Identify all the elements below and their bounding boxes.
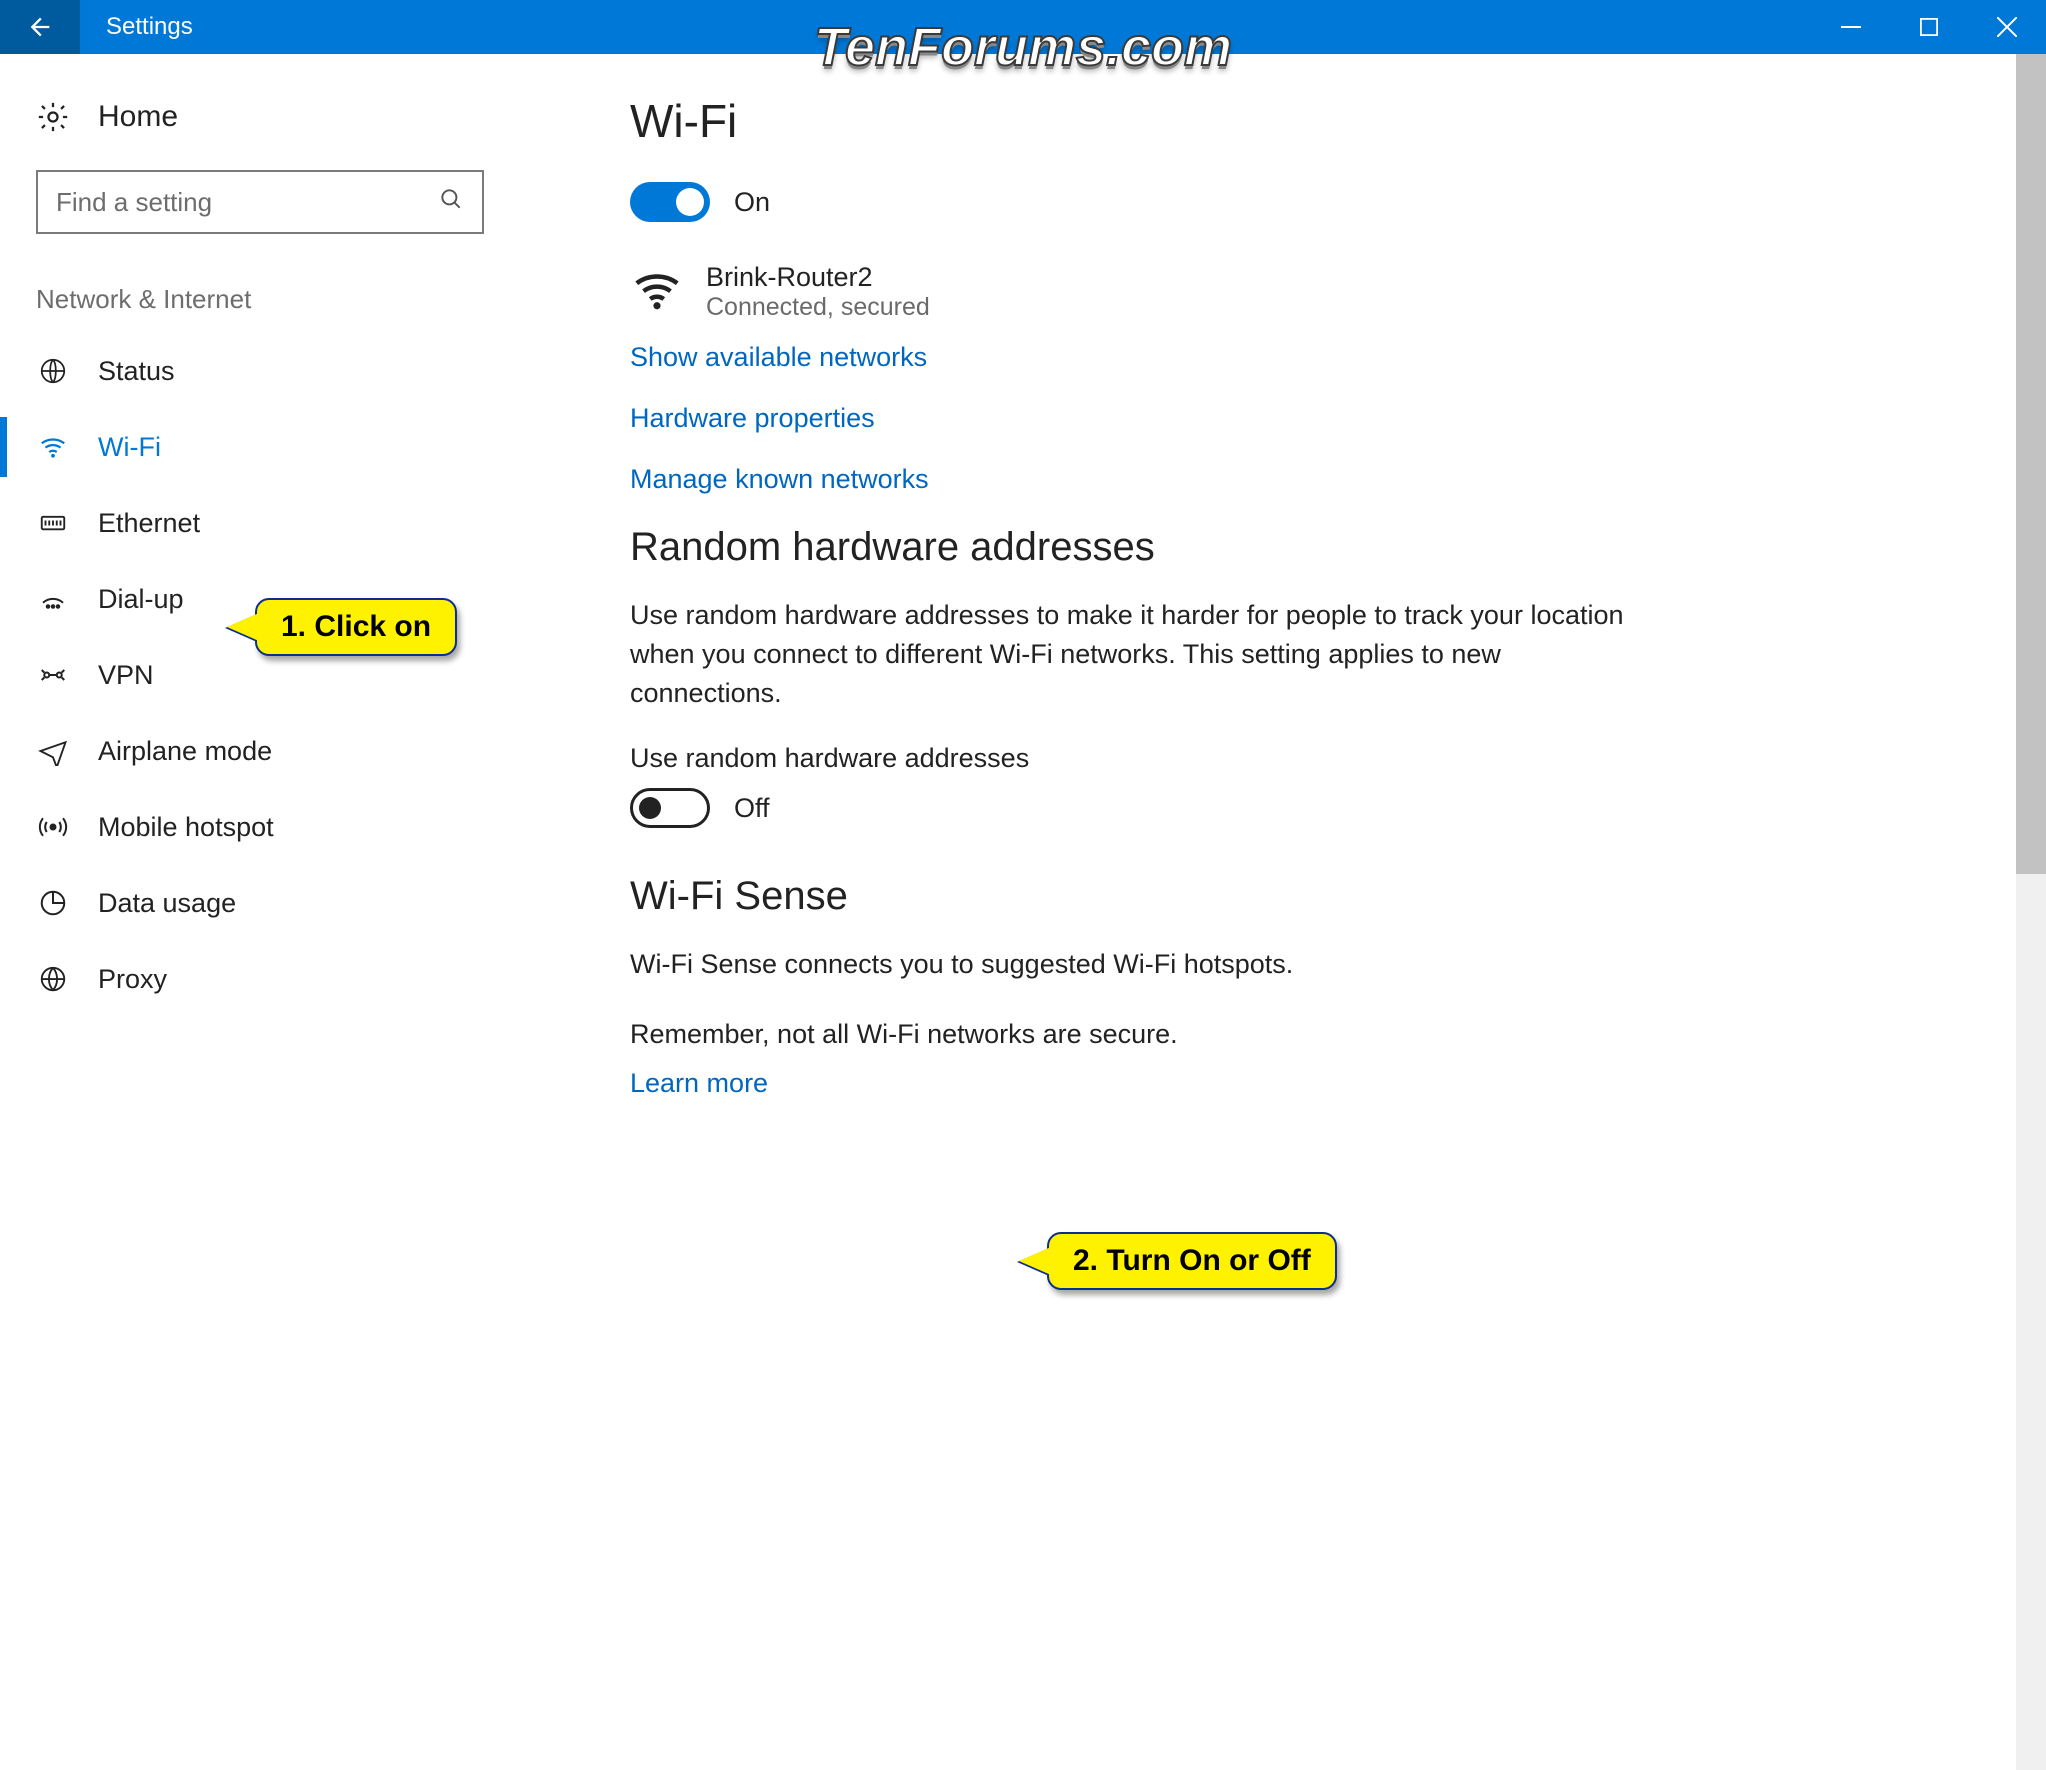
sidebar-item-label: Status (98, 356, 175, 387)
scrollbar-thumb[interactable] (2016, 54, 2046, 874)
page-title: Wi-Fi (630, 94, 2006, 148)
globe-grid-icon (36, 356, 70, 386)
window-title: Settings (80, 13, 1812, 41)
sidebar-item-wifi[interactable]: Wi-Fi (0, 409, 520, 485)
sidebar-item-airplane[interactable]: Airplane mode (0, 713, 520, 789)
search-placeholder: Find a setting (56, 187, 438, 218)
sidebar-item-label: Data usage (98, 888, 236, 919)
random-hw-toggle-state: Off (734, 793, 770, 824)
sidebar-item-label: Mobile hotspot (98, 812, 274, 843)
main-panel: Wi-Fi On Brink-Router2 Connected, secure… (520, 54, 2046, 1770)
wifi-toggle-state: On (734, 187, 770, 218)
show-networks-link[interactable]: Show available networks (630, 342, 2006, 373)
wifi-icon (36, 432, 70, 462)
sidebar-section-label: Network & Internet (0, 274, 520, 333)
home-label: Home (98, 100, 178, 134)
sidebar-item-label: Wi-Fi (98, 432, 161, 463)
proxy-icon (36, 964, 70, 994)
sidebar-item-hotspot[interactable]: Mobile hotspot (0, 789, 520, 865)
hotspot-icon (36, 812, 70, 842)
sidebar-item-label: Dial-up (98, 584, 184, 615)
sidebar-item-datausage[interactable]: Data usage (0, 865, 520, 941)
dialup-icon (36, 584, 70, 614)
title-bar: Settings (0, 0, 2046, 54)
current-network[interactable]: Brink-Router2 Connected, secured (630, 262, 2006, 322)
sidebar: Home Find a setting Network & Internet S… (0, 54, 520, 1770)
random-hw-body: Use random hardware addresses to make it… (630, 596, 1660, 713)
search-icon (438, 186, 464, 219)
back-arrow-icon (26, 13, 54, 41)
home-button[interactable]: Home (0, 100, 520, 160)
sidebar-item-label: Ethernet (98, 508, 200, 539)
sidebar-item-proxy[interactable]: Proxy (0, 941, 520, 1017)
search-input[interactable]: Find a setting (36, 170, 484, 234)
back-button[interactable] (0, 0, 80, 54)
annotation-callout-1: 1. Click on (255, 598, 457, 656)
wifi-toggle[interactable] (630, 182, 710, 222)
ethernet-icon (36, 508, 70, 538)
airplane-icon (36, 736, 70, 766)
wifi-signal-icon (630, 263, 684, 322)
data-usage-icon (36, 888, 70, 918)
wifi-sense-line1: Wi-Fi Sense connects you to suggested Wi… (630, 945, 1660, 984)
gear-icon (36, 100, 70, 134)
wifi-sense-line2: Remember, not all Wi-Fi networks are sec… (630, 1015, 1660, 1054)
close-button[interactable] (1968, 0, 2046, 54)
random-hw-toggle[interactable] (630, 788, 710, 828)
sidebar-item-status[interactable]: Status (0, 333, 520, 409)
annotation-callout-2: 2. Turn On or Off (1047, 1232, 1337, 1290)
sidebar-item-ethernet[interactable]: Ethernet (0, 485, 520, 561)
manage-known-link[interactable]: Manage known networks (630, 464, 2006, 495)
scrollbar-track[interactable] (2016, 54, 2046, 1770)
sidebar-item-label: Proxy (98, 964, 167, 995)
sidebar-item-label: VPN (98, 660, 154, 691)
network-status: Connected, secured (706, 293, 930, 322)
random-hw-heading: Random hardware addresses (630, 525, 2006, 570)
minimize-button[interactable] (1812, 0, 1890, 54)
wifi-sense-heading: Wi-Fi Sense (630, 874, 2006, 919)
maximize-button[interactable] (1890, 0, 1968, 54)
learn-more-link[interactable]: Learn more (630, 1068, 2006, 1099)
sidebar-item-label: Airplane mode (98, 736, 272, 767)
hardware-properties-link[interactable]: Hardware properties (630, 403, 2006, 434)
network-name: Brink-Router2 (706, 262, 930, 293)
random-hw-toggle-label: Use random hardware addresses (630, 743, 2006, 774)
vpn-icon (36, 660, 70, 690)
